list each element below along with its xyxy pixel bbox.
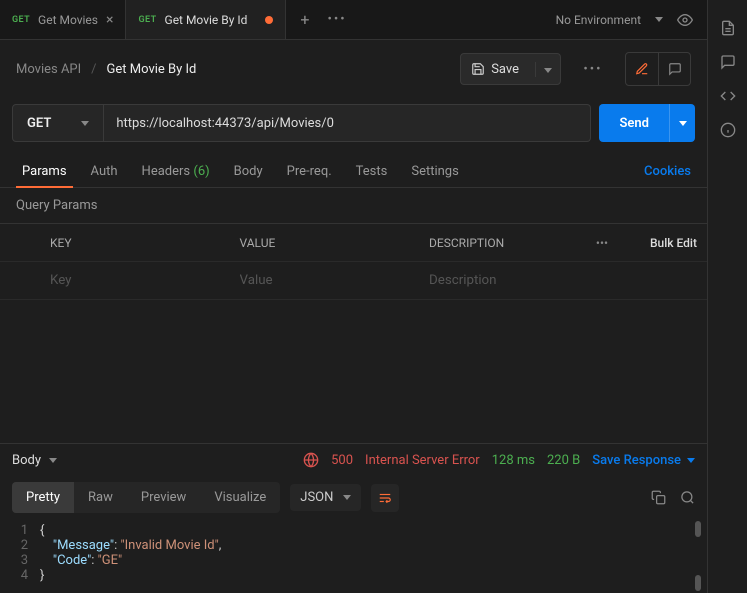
search-icon[interactable]	[680, 490, 695, 505]
save-response-button[interactable]: Save Response	[592, 453, 695, 468]
code-line: }	[40, 568, 44, 583]
tab-tests[interactable]: Tests	[346, 156, 398, 187]
url-input[interactable]: https://localhost:44373/api/Movies/0	[104, 104, 591, 142]
param-key-input[interactable]	[50, 273, 220, 288]
comments-icon[interactable]	[720, 54, 736, 70]
tab-title: Get Movie By Id	[165, 13, 248, 27]
response-bar: Body 500 Internal Server Error 128 ms 22…	[0, 443, 707, 476]
view-raw[interactable]: Raw	[74, 482, 127, 513]
tab-auth[interactable]: Auth	[81, 156, 128, 187]
view-pretty[interactable]: Pretty	[12, 482, 74, 513]
col-key: KEY	[40, 236, 230, 250]
breadcrumb-collection[interactable]: Movies API	[16, 62, 81, 77]
col-description: DESCRIPTION	[419, 236, 577, 250]
minimap-scrollbar[interactable]	[695, 575, 701, 591]
code-line: "Message": "Invalid Movie Id",	[40, 538, 221, 553]
edit-icon[interactable]	[626, 53, 658, 85]
query-params-title: Query Params	[0, 188, 707, 223]
param-value-input[interactable]	[240, 273, 410, 288]
chevron-down-icon	[544, 68, 552, 73]
column-options-icon[interactable]: •••	[577, 236, 627, 250]
send-button[interactable]: Send	[599, 104, 669, 142]
tab-method: GET	[12, 15, 30, 25]
tab-overflow-icon[interactable]: •••	[328, 12, 347, 27]
tab-get-movies[interactable]: GET Get Movies ×	[0, 0, 126, 39]
tab-title: Get Movies	[38, 13, 98, 27]
code-icon[interactable]	[720, 88, 736, 104]
send-label: Send	[619, 116, 649, 131]
tab-headers[interactable]: Headers (6)	[132, 156, 220, 187]
code-line: {	[40, 523, 44, 538]
save-dropdown[interactable]	[535, 62, 560, 77]
param-description-input[interactable]	[429, 273, 567, 288]
tab-prereq[interactable]: Pre-req.	[277, 156, 342, 187]
environment-selector[interactable]: No Environment	[556, 13, 641, 27]
save-label: Save	[491, 62, 519, 77]
status-code: 500	[331, 453, 353, 468]
response-view-tabs: Pretty Raw Preview Visualize JSON	[0, 476, 707, 519]
tab-get-movie-by-id[interactable]: GET Get Movie By Id	[126, 0, 286, 39]
view-preview[interactable]: Preview	[127, 482, 200, 513]
save-response-label: Save Response	[592, 453, 681, 468]
col-value: VALUE	[230, 236, 420, 250]
url-text: https://localhost:44373/api/Movies/0	[116, 116, 334, 131]
chevron-down-icon	[81, 121, 89, 126]
view-visualize[interactable]: Visualize	[200, 482, 280, 513]
comment-icon[interactable]	[658, 53, 690, 85]
code-line: "Code": "GE"	[40, 553, 122, 568]
breadcrumb-separator: /	[91, 62, 96, 77]
tab-params[interactable]: Params	[12, 156, 77, 187]
tab-method: GET	[138, 15, 156, 25]
format-select[interactable]: JSON	[290, 484, 361, 511]
save-icon	[471, 62, 485, 76]
copy-icon[interactable]	[651, 490, 666, 505]
globe-error-icon	[303, 452, 319, 468]
documentation-icon[interactable]	[720, 20, 736, 36]
response-body-tab[interactable]: Body	[12, 453, 57, 468]
chevron-down-icon	[49, 458, 57, 463]
tab-settings[interactable]: Settings	[401, 156, 468, 187]
tabs-row: GET Get Movies × GET Get Movie By Id + •…	[0, 0, 707, 40]
request-subtabs: Params Auth Headers (6) Body Pre-req. Te…	[0, 148, 707, 188]
tab-headers-label: Headers	[142, 164, 191, 179]
status-text: Internal Server Error	[365, 453, 480, 468]
line-wrap-icon[interactable]	[371, 484, 399, 512]
tab-body[interactable]: Body	[224, 156, 273, 187]
response-size: 220 B	[547, 453, 580, 468]
more-actions-icon[interactable]: •••	[577, 53, 609, 85]
chevron-down-icon	[343, 495, 351, 500]
new-tab-button[interactable]: +	[300, 10, 309, 29]
url-row: GET https://localhost:44373/api/Movies/0…	[0, 98, 707, 148]
response-body[interactable]: 1{ 2 "Message": "Invalid Movie Id", 3 "C…	[0, 519, 707, 593]
table-row	[0, 262, 707, 300]
format-label: JSON	[300, 490, 333, 505]
save-button[interactable]: Save	[460, 53, 561, 85]
method-label: GET	[27, 116, 51, 131]
minimap-scrollbar[interactable]	[695, 521, 701, 537]
chevron-down-icon	[679, 121, 687, 126]
params-table: KEY VALUE DESCRIPTION ••• Bulk Edit	[0, 223, 707, 300]
chevron-down-icon	[687, 458, 695, 463]
cookies-link[interactable]: Cookies	[640, 156, 695, 187]
headers-count: (6)	[193, 164, 209, 179]
chevron-down-icon[interactable]	[655, 17, 663, 22]
right-rail	[707, 0, 747, 593]
info-icon[interactable]	[720, 122, 736, 138]
send-dropdown[interactable]	[669, 104, 695, 142]
unsaved-indicator-icon	[265, 16, 273, 24]
response-time: 128 ms	[492, 453, 535, 468]
preview-env-icon[interactable]	[677, 12, 693, 28]
close-icon[interactable]: ×	[106, 12, 113, 28]
breadcrumb: Movies API / Get Movie By Id Save •••	[0, 40, 707, 98]
response-section-label: Body	[12, 453, 41, 468]
method-select[interactable]: GET	[12, 104, 104, 142]
bulk-edit-button[interactable]: Bulk Edit	[627, 236, 707, 250]
breadcrumb-item: Get Movie By Id	[107, 62, 197, 77]
